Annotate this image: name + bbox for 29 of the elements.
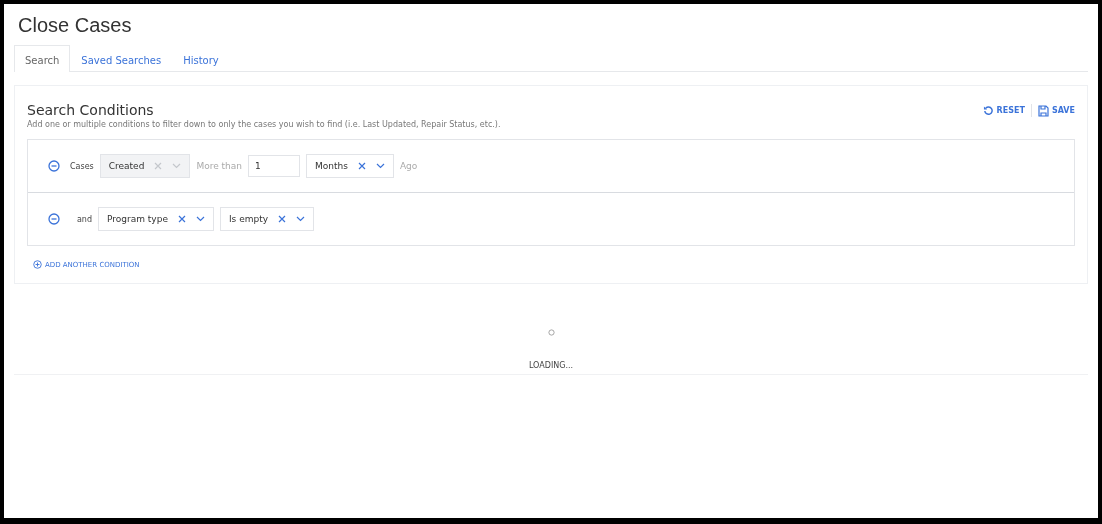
save-button[interactable]: SAVE <box>1037 104 1075 117</box>
remove-icon[interactable] <box>48 213 60 225</box>
condition-text: Ago <box>399 161 418 171</box>
tab[interactable]: History <box>172 45 230 72</box>
conjunction-label: and <box>75 214 92 224</box>
chevron-down-icon[interactable] <box>296 216 306 222</box>
chevron-down-icon[interactable] <box>375 163 385 169</box>
remove-icon[interactable] <box>48 160 60 172</box>
select-field[interactable]: Program type <box>98 207 214 231</box>
panel-title: Search Conditions <box>27 102 155 118</box>
plus-circle-icon <box>33 260 42 269</box>
chevron-down-icon[interactable] <box>195 216 205 222</box>
condition-text: More than <box>196 161 242 171</box>
save-icon <box>1037 104 1049 117</box>
loading-text: LOADING... <box>528 361 574 372</box>
conjunction-label: Cases <box>70 161 94 171</box>
panel-description: Add one or multiple conditions to filter down to only the cases you wish to find (i.e. Last Updated, Repair Status, etc.). <box>27 120 501 129</box>
page-title: Close Cases <box>18 14 133 37</box>
reset-button[interactable]: RESET <box>982 105 1025 116</box>
clear-icon[interactable] <box>278 215 287 223</box>
select-field[interactable]: Is empty <box>219 207 315 231</box>
clear-icon[interactable] <box>357 162 366 170</box>
tab[interactable]: Saved Searches <box>70 45 173 72</box>
number-field[interactable]: 1 <box>248 155 300 177</box>
select-field[interactable]: Months <box>306 154 394 178</box>
tab[interactable]: Search <box>14 45 71 72</box>
clear-icon[interactable] <box>177 215 186 223</box>
spinner-icon <box>547 329 555 336</box>
reset-icon <box>982 105 994 116</box>
